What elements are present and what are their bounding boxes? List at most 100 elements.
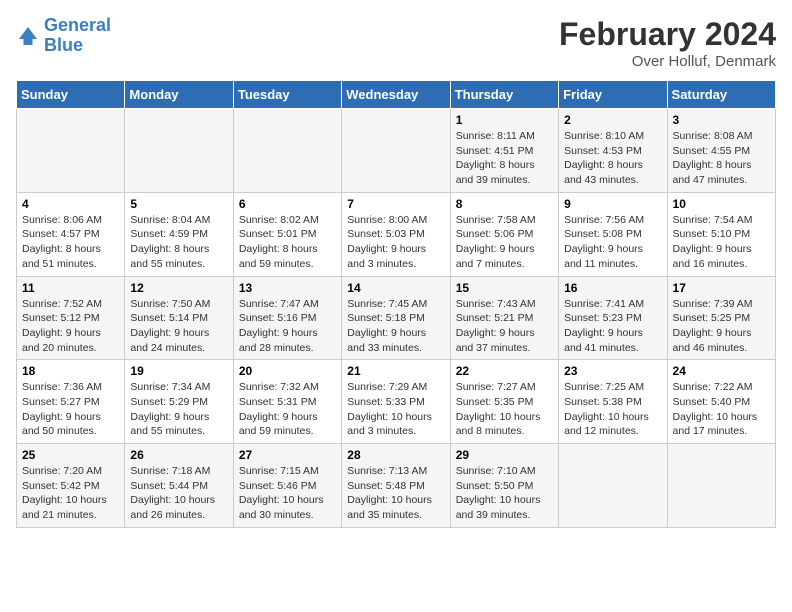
column-header-wednesday: Wednesday [342,81,450,109]
day-number: 1 [456,113,553,127]
day-info: Sunrise: 7:15 AM Sunset: 5:46 PM Dayligh… [239,464,336,523]
calendar-cell: 8 Sunrise: 7:58 AM Sunset: 5:06 PM Daylig… [450,192,558,276]
day-info: Sunrise: 8:04 AM Sunset: 4:59 PM Dayligh… [130,213,227,272]
calendar-cell: 17Sunrise: 7:39 AM Sunset: 5:25 PM Dayli… [667,276,775,360]
day-number: 21 [347,364,444,378]
day-info: Sunrise: 8:10 AM Sunset: 4:53 PM Dayligh… [564,129,661,188]
calendar-cell: 19Sunrise: 7:34 AM Sunset: 5:29 PM Dayli… [125,360,233,444]
page-header: GeneralBlue February 2024 Over Holluf, D… [16,16,776,70]
calendar-cell: 29 Sunrise: 7:10 AM Sunset: 5:50 PM Dayli… [450,444,558,528]
day-info: Sunrise: 7:54 AM Sunset: 5:10 PM Dayligh… [673,213,770,272]
day-info: Sunrise: 7:47 AM Sunset: 5:16 PM Dayligh… [239,297,336,356]
header-row: SundayMondayTuesdayWednesdayThursdayFrid… [17,81,776,109]
calendar-cell: 2 Sunrise: 8:10 AM Sunset: 4:53 PM Daylig… [559,109,667,193]
day-info: Sunrise: 7:20 AM Sunset: 5:42 PM Dayligh… [22,464,119,523]
day-info: Sunrise: 8:11 AM Sunset: 4:51 PM Dayligh… [456,129,553,188]
subtitle: Over Holluf, Denmark [559,53,776,70]
calendar-cell: 1 Sunrise: 8:11 AM Sunset: 4:51 PM Daylig… [450,109,558,193]
day-info: Sunrise: 7:50 AM Sunset: 5:14 PM Dayligh… [130,297,227,356]
day-number: 13 [239,281,336,295]
day-number: 20 [239,364,336,378]
day-number: 2 [564,113,661,127]
calendar-cell: 18 Sunrise: 7:36 AM Sunset: 5:27 PM Dayli… [17,360,125,444]
day-info: Sunrise: 8:08 AM Sunset: 4:55 PM Dayligh… [673,129,770,188]
calendar-cell: 27Sunrise: 7:15 AM Sunset: 5:46 PM Dayli… [233,444,341,528]
week-row-3: 11 Sunrise: 7:52 AM Sunset: 5:12 PM Dayli… [17,276,776,360]
day-number: 7 [347,197,444,211]
column-header-monday: Monday [125,81,233,109]
main-title: February 2024 [559,16,776,53]
day-info: Sunrise: 7:13 AM Sunset: 5:48 PM Dayligh… [347,464,444,523]
calendar-cell [559,444,667,528]
calendar-cell: 16 Sunrise: 7:41 AM Sunset: 5:23 PM Dayli… [559,276,667,360]
day-number: 11 [22,281,119,295]
day-number: 23 [564,364,661,378]
week-row-1: 1 Sunrise: 8:11 AM Sunset: 4:51 PM Daylig… [17,109,776,193]
day-number: 3 [673,113,770,127]
calendar-cell [667,444,775,528]
calendar-cell: 12Sunrise: 7:50 AM Sunset: 5:14 PM Dayli… [125,276,233,360]
day-number: 9 [564,197,661,211]
calendar-cell: 20 Sunrise: 7:32 AM Sunset: 5:31 PM Dayli… [233,360,341,444]
column-header-saturday: Saturday [667,81,775,109]
day-info: Sunrise: 7:29 AM Sunset: 5:33 PM Dayligh… [347,380,444,439]
day-number: 5 [130,197,227,211]
calendar-cell: 15 Sunrise: 7:43 AM Sunset: 5:21 PM Dayli… [450,276,558,360]
calendar-cell: 26 Sunrise: 7:18 AM Sunset: 5:44 PM Dayli… [125,444,233,528]
day-info: Sunrise: 7:58 AM Sunset: 5:06 PM Dayligh… [456,213,553,272]
day-number: 8 [456,197,553,211]
day-info: Sunrise: 7:10 AM Sunset: 5:50 PM Dayligh… [456,464,553,523]
calendar-cell: 5 Sunrise: 8:04 AM Sunset: 4:59 PM Daylig… [125,192,233,276]
column-header-friday: Friday [559,81,667,109]
day-number: 25 [22,448,119,462]
logo: GeneralBlue [16,16,111,56]
day-info: Sunrise: 7:18 AM Sunset: 5:44 PM Dayligh… [130,464,227,523]
calendar-cell: 23 Sunrise: 7:25 AM Sunset: 5:38 PM Dayli… [559,360,667,444]
day-number: 29 [456,448,553,462]
day-number: 15 [456,281,553,295]
day-info: Sunrise: 8:06 AM Sunset: 4:57 PM Dayligh… [22,213,119,272]
column-header-sunday: Sunday [17,81,125,109]
day-info: Sunrise: 7:36 AM Sunset: 5:27 PM Dayligh… [22,380,119,439]
day-number: 18 [22,364,119,378]
day-info: Sunrise: 7:25 AM Sunset: 5:38 PM Dayligh… [564,380,661,439]
calendar-cell: 4Sunrise: 8:06 AM Sunset: 4:57 PM Daylig… [17,192,125,276]
day-info: Sunrise: 8:02 AM Sunset: 5:01 PM Dayligh… [239,213,336,272]
calendar-cell: 9Sunrise: 7:56 AM Sunset: 5:08 PM Daylig… [559,192,667,276]
calendar-cell: 3 Sunrise: 8:08 AM Sunset: 4:55 PM Daylig… [667,109,775,193]
week-row-2: 4Sunrise: 8:06 AM Sunset: 4:57 PM Daylig… [17,192,776,276]
day-number: 6 [239,197,336,211]
day-info: Sunrise: 7:52 AM Sunset: 5:12 PM Dayligh… [22,297,119,356]
calendar-cell: 25 Sunrise: 7:20 AM Sunset: 5:42 PM Dayli… [17,444,125,528]
day-info: Sunrise: 7:45 AM Sunset: 5:18 PM Dayligh… [347,297,444,356]
logo-text: GeneralBlue [44,16,111,56]
day-info: Sunrise: 7:32 AM Sunset: 5:31 PM Dayligh… [239,380,336,439]
calendar-cell: 13 Sunrise: 7:47 AM Sunset: 5:16 PM Dayli… [233,276,341,360]
calendar-cell [17,109,125,193]
day-number: 17 [673,281,770,295]
logo-icon [16,24,40,48]
day-number: 26 [130,448,227,462]
day-info: Sunrise: 8:00 AM Sunset: 5:03 PM Dayligh… [347,213,444,272]
calendar-cell [342,109,450,193]
day-number: 14 [347,281,444,295]
calendar-cell [125,109,233,193]
day-info: Sunrise: 7:22 AM Sunset: 5:40 PM Dayligh… [673,380,770,439]
day-info: Sunrise: 7:27 AM Sunset: 5:35 PM Dayligh… [456,380,553,439]
day-info: Sunrise: 7:41 AM Sunset: 5:23 PM Dayligh… [564,297,661,356]
day-number: 10 [673,197,770,211]
day-info: Sunrise: 7:43 AM Sunset: 5:21 PM Dayligh… [456,297,553,356]
calendar-cell: 11 Sunrise: 7:52 AM Sunset: 5:12 PM Dayli… [17,276,125,360]
day-number: 16 [564,281,661,295]
week-row-5: 25 Sunrise: 7:20 AM Sunset: 5:42 PM Dayli… [17,444,776,528]
week-row-4: 18 Sunrise: 7:36 AM Sunset: 5:27 PM Dayli… [17,360,776,444]
calendar-cell: 22Sunrise: 7:27 AM Sunset: 5:35 PM Dayli… [450,360,558,444]
calendar-cell [233,109,341,193]
title-block: February 2024 Over Holluf, Denmark [559,16,776,70]
day-info: Sunrise: 7:34 AM Sunset: 5:29 PM Dayligh… [130,380,227,439]
column-header-thursday: Thursday [450,81,558,109]
calendar-cell: 10 Sunrise: 7:54 AM Sunset: 5:10 PM Dayli… [667,192,775,276]
column-header-tuesday: Tuesday [233,81,341,109]
calendar-cell: 14 Sunrise: 7:45 AM Sunset: 5:18 PM Dayli… [342,276,450,360]
calendar-cell: 24Sunrise: 7:22 AM Sunset: 5:40 PM Dayli… [667,360,775,444]
